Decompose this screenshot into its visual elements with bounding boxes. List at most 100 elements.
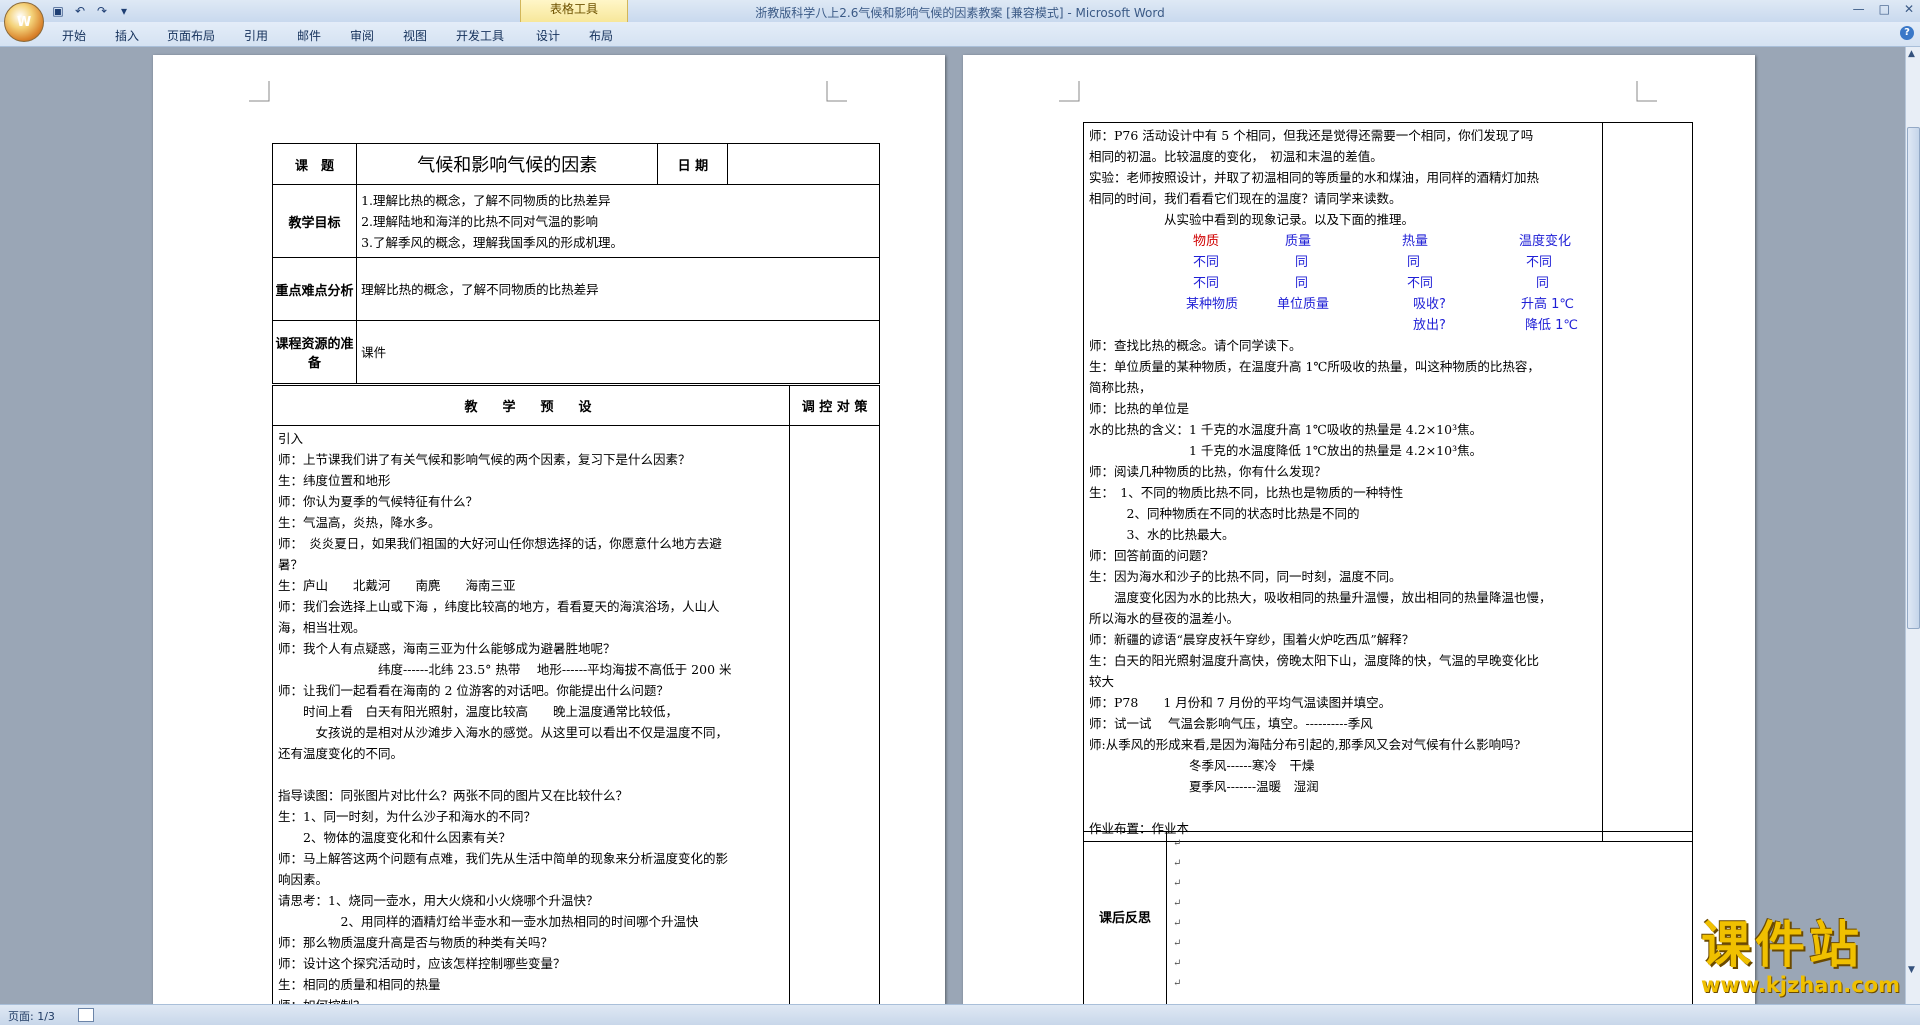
preset-content: 引入 师：上节课我们讲了有关气候和影响气候的两个因素，复习下是什么因素？ 生：纬…: [271, 425, 791, 1005]
text-line: 响因素。: [278, 872, 329, 887]
text-line: 2、物体的温度变化和什么因素有关？: [278, 830, 511, 845]
grid-cell: 放出?: [1413, 318, 1446, 333]
maximize-icon[interactable]: □: [1879, 2, 1890, 16]
text-line: 海，相当壮观。: [278, 620, 366, 635]
tab-layout[interactable]: 布局: [589, 27, 613, 44]
grid-cell: 同: [1536, 276, 1550, 291]
text-line: 师：你认为夏季的气候特征有什么？: [278, 494, 479, 509]
window-controls: — □ ✕: [1853, 2, 1914, 16]
date-value[interactable]: [727, 143, 880, 185]
text-line: 生：1、同一时刻，为什么沙子和海水的不同？: [278, 809, 536, 824]
grid-cell: 同: [1295, 255, 1309, 270]
document-workspace: 课 题 气候和影响气候的因素 日 期 教学目标 1.理解比热的概念，了解不同物质…: [0, 47, 1906, 1005]
tab-view[interactable]: 视图: [403, 27, 427, 44]
text-line: 所以海水的昼夜的温差小。: [1089, 611, 1240, 626]
paragraph-mark: ↵: [1173, 958, 1182, 969]
scrollbar-thumb[interactable]: [1907, 127, 1920, 629]
text-line: 纬度------北纬 23.5° 热带 地形------平均海拔不高低于 200…: [278, 662, 732, 677]
grid-cell: 某种物质: [1186, 297, 1239, 312]
resource-text: 课件: [356, 320, 880, 384]
text-line: [278, 764, 784, 785]
office-logo-icon: W: [16, 14, 32, 30]
tab-design[interactable]: 设计: [536, 27, 560, 44]
goal-item: 1.理解比热的概念，了解不同物质的比热差异: [361, 192, 611, 208]
crop-mark-icon: [1636, 81, 1657, 102]
minimize-icon[interactable]: —: [1853, 2, 1865, 16]
continued-table: 师：P76 活动设计中有 5 个相同，但我还是觉得还需要一个相同，你们发现了吗 …: [1083, 122, 1694, 842]
title-bar: ▣ ↶ ↷ ▾ 表格工具 浙教版科学八上2.6气候和影响气候的因素教案 [兼容模…: [0, 0, 1920, 22]
text-line: 生： 1、不同的物质比热不同，比热也是物质的一种特性: [1089, 485, 1404, 500]
goal-item: 3.了解季风的概念，理解我国季风的形成机理。: [361, 234, 624, 250]
text-line: 请思考：1、烧同一壶水，用大火烧和小火烧哪个升温快？: [278, 893, 599, 908]
vertical-scrollbar[interactable]: ▲ ▼: [1905, 47, 1920, 1005]
tab-developer[interactable]: 开发工具: [456, 27, 504, 44]
text-line: 较大: [1089, 674, 1115, 689]
text-line: 2、同种物质在不同的状态时比热是不同的: [1089, 506, 1360, 521]
topic-label: 课 题: [271, 143, 358, 185]
text-line: 1 千克的水温度降低 1℃放出的热量是 4.2×10³焦。: [1089, 443, 1483, 458]
help-icon[interactable]: ?: [1900, 26, 1914, 40]
tab-home[interactable]: 开始: [62, 27, 86, 44]
proofing-icon[interactable]: [78, 1008, 94, 1022]
text-line: 相同的初温。比较温度的变化， 初温和末温的差值。: [1089, 149, 1383, 164]
page-indicator[interactable]: 页面: 1/3: [8, 1008, 55, 1024]
scroll-up-icon[interactable]: ▲: [1908, 49, 1915, 59]
text-line: 实验：老师按照设计，并取了初温相同的等质量的水和煤油，用同样的酒精灯加热: [1089, 170, 1540, 185]
paragraph-mark: ↵: [1173, 858, 1182, 869]
office-button[interactable]: W: [4, 2, 44, 42]
grid-cell: 同: [1407, 255, 1421, 270]
status-bar: 页面: 1/3: [0, 1004, 1920, 1025]
grid-cell: 升高 1℃: [1521, 297, 1575, 312]
close-icon[interactable]: ✕: [1904, 2, 1914, 16]
watermark-brand: 课件站: [1700, 916, 1863, 974]
text-line: 师：那么物质温度升高是否与物质的种类有关吗？: [278, 935, 554, 950]
text-line: 还有温度变化的不同。: [278, 746, 404, 761]
text-line: 3、水的比热最大。: [1089, 527, 1235, 542]
tab-page-layout[interactable]: 页面布局: [167, 27, 215, 44]
text-line: 引入: [278, 431, 304, 446]
goals-cell: 1.理解比热的概念，了解不同物质的比热差异 2.理解陆地和海洋的比热不同对气温的…: [356, 184, 880, 258]
tab-references[interactable]: 引用: [244, 27, 268, 44]
watermark-logo: 课件站 www.kjzhan.com: [1701, 905, 1900, 997]
grid-header: 质量: [1285, 234, 1312, 249]
text-line: 师：我们会选择上山或下海 ，纬度比较高的地方，看看夏天的海滨浴场，人山人: [278, 599, 720, 614]
text-line: 师：比热的单位是: [1089, 401, 1190, 416]
page-2: 师：P76 活动设计中有 5 个相同，但我还是觉得还需要一个相同，你们发现了吗 …: [963, 55, 1755, 1005]
scroll-down-icon[interactable]: ▼: [1908, 965, 1915, 975]
adjust-content[interactable]: [789, 425, 880, 1005]
window-title: 浙教版科学八上2.6气候和影响气候的因素教案 [兼容模式] - Microsof…: [755, 6, 1165, 20]
text-line: 师：阅读几种物质的比热，你有什么发现？: [1089, 464, 1327, 479]
tab-mailings[interactable]: 邮件: [297, 27, 321, 44]
tab-review[interactable]: 审阅: [350, 27, 374, 44]
reflection-table: 课后反思 ↵ ↵ ↵ ↵ ↵ ↵ ↵ ↵: [1083, 831, 1693, 1005]
reflection-label: 课后反思: [1083, 831, 1167, 1005]
text-line: 师：新疆的谚语“晨穿皮袄午穿纱，围着火炉吃西瓜”解释？: [1089, 632, 1415, 647]
reflection-content[interactable]: ↵ ↵ ↵ ↵ ↵ ↵ ↵ ↵: [1166, 831, 1693, 1005]
grid-header: 热量: [1402, 234, 1429, 249]
text-line: 温度变化因为水的比热大，吸收相同的热量升温慢，放出相同的热量降温也慢，: [1089, 590, 1552, 605]
crop-mark-icon: [249, 81, 270, 102]
paragraph-mark: ↵: [1173, 938, 1182, 949]
grid-cell: 单位质量: [1277, 297, 1330, 312]
text-line: 生：庐山 北戴河 南麂 海南三亚: [278, 578, 516, 593]
text-line: 水的比热的含义：1 千克的水温度升高 1℃吸收的热量是 4.2×10³焦。: [1089, 422, 1483, 437]
grid-cell: 不同: [1526, 255, 1553, 270]
text-line: 师：P78 1 月份和 7 月份的平均气温读图并填空。: [1089, 695, 1392, 710]
grid-cell: 降低 1℃: [1525, 318, 1579, 333]
text-line: [1089, 797, 1597, 818]
tab-insert[interactable]: 插入: [115, 27, 139, 44]
crop-mark-icon: [826, 81, 847, 102]
paragraph-mark: ↵: [1173, 878, 1182, 889]
continued-adjust-cell[interactable]: [1601, 122, 1694, 842]
text-line: 从实验中看到的现象记录。以及下面的推理。: [1089, 212, 1415, 227]
grid-cell: 同: [1295, 276, 1309, 291]
lesson-plan-table: 课 题 气候和影响气候的因素 日 期 教学目标 1.理解比热的概念，了解不同物质…: [271, 143, 880, 384]
grid-cell: 不同: [1407, 276, 1434, 291]
text-line: 相同的时间，我们看看它们现在的温度？请同学来读数。: [1089, 191, 1402, 206]
text-line: 师：回答前面的问题？: [1089, 548, 1215, 563]
keypoint-label: 重点难点分析: [271, 257, 358, 321]
text-line: 冬季风------寒冷 干燥: [1089, 758, 1315, 773]
text-line: 夏季风-------温暖 湿润: [1089, 779, 1319, 794]
ribbon-tab-bar: 开始 插入 页面布局 引用 邮件 审阅 视图 开发工具 设计 布局 ?: [0, 22, 1920, 47]
keypoint-text: 理解比热的概念，了解不同物质的比热差异: [356, 257, 880, 321]
